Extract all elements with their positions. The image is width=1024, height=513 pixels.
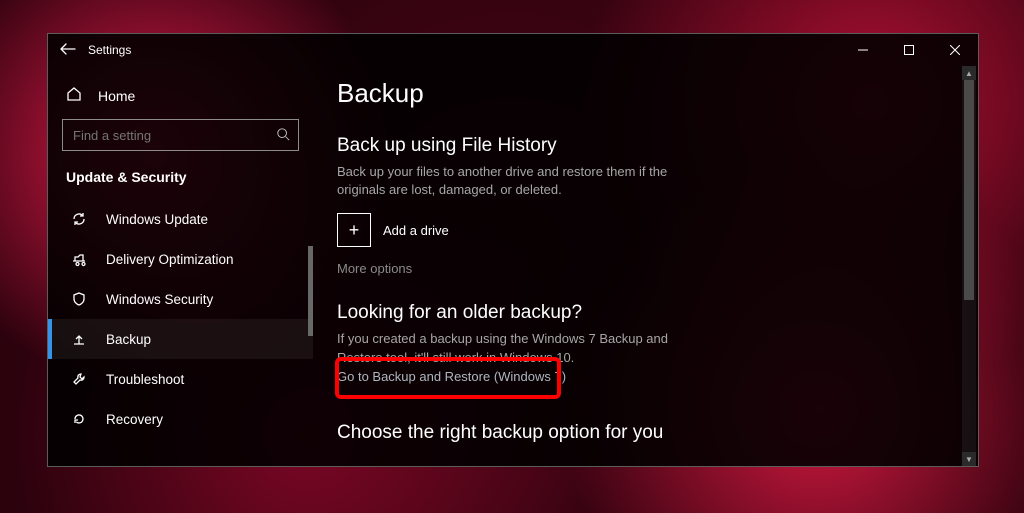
sidebar: Home Update & Security Windows Update <box>48 66 313 466</box>
caption-buttons <box>840 34 978 66</box>
sync-icon <box>70 211 88 227</box>
backup-icon <box>70 331 88 347</box>
section-file-history-title: Back up using File History <box>337 135 948 163</box>
search-wrap <box>48 119 313 169</box>
window-title: Settings <box>88 43 840 57</box>
sidebar-item-recovery[interactable]: Recovery <box>48 399 313 439</box>
delivery-icon <box>70 251 88 267</box>
section-choose-option-title: Choose the right backup option for you <box>337 422 948 450</box>
content-scrollbar[interactable]: ▲ ▼ <box>962 66 976 466</box>
sidebar-item-delivery-optimization[interactable]: Delivery Optimization <box>48 239 313 279</box>
more-options-link[interactable]: More options <box>337 261 948 280</box>
add-drive-button[interactable]: + Add a drive <box>337 213 948 261</box>
window-body: Home Update & Security Windows Update <box>48 66 978 466</box>
sidebar-item-label: Troubleshoot <box>106 372 184 387</box>
sidebar-item-label: Recovery <box>106 412 163 427</box>
sidebar-home-label: Home <box>98 88 135 104</box>
back-arrow-icon <box>60 43 76 55</box>
minimize-icon <box>858 45 868 55</box>
sidebar-item-label: Windows Update <box>106 212 208 227</box>
section-older-backup-desc: If you created a backup using the Window… <box>337 330 717 368</box>
search-input[interactable] <box>73 128 276 143</box>
sidebar-item-label: Backup <box>106 332 151 347</box>
close-icon <box>950 45 960 55</box>
settings-window: Settings Home Upd <box>47 33 979 467</box>
sidebar-item-backup[interactable]: Backup <box>48 319 313 359</box>
close-button[interactable] <box>932 34 978 66</box>
sidebar-home[interactable]: Home <box>48 78 313 119</box>
scroll-down-button[interactable]: ▼ <box>962 452 976 466</box>
wrench-icon <box>70 371 88 387</box>
recovery-icon <box>70 411 88 427</box>
backup-restore-win7-link[interactable]: Go to Backup and Restore (Windows 7) <box>337 369 948 388</box>
minimize-button[interactable] <box>840 34 886 66</box>
sidebar-item-windows-update[interactable]: Windows Update <box>48 199 313 239</box>
shield-icon <box>70 291 88 307</box>
back-button[interactable] <box>48 42 88 58</box>
sidebar-item-windows-security[interactable]: Windows Security <box>48 279 313 319</box>
page-title: Backup <box>337 70 948 135</box>
add-drive-label: Add a drive <box>383 223 449 238</box>
maximize-icon <box>904 45 914 55</box>
section-file-history-desc: Back up your files to another drive and … <box>337 163 717 213</box>
search-icon <box>276 127 290 144</box>
section-older-backup-title: Looking for an older backup? <box>337 302 948 330</box>
sidebar-item-troubleshoot[interactable]: Troubleshoot <box>48 359 313 399</box>
sidebar-item-label: Windows Security <box>106 292 213 307</box>
sidebar-nav: Windows Update Delivery Optimization Win… <box>48 199 313 439</box>
maximize-button[interactable] <box>886 34 932 66</box>
plus-icon: + <box>337 213 371 247</box>
content-scrollbar-thumb[interactable] <box>964 80 974 300</box>
sidebar-category: Update & Security <box>48 169 313 199</box>
titlebar: Settings <box>48 34 978 66</box>
content-area: Backup Back up using File History Back u… <box>313 66 978 466</box>
home-icon <box>66 86 82 105</box>
scroll-up-button[interactable]: ▲ <box>962 66 976 80</box>
sidebar-item-label: Delivery Optimization <box>106 252 234 267</box>
search-box[interactable] <box>62 119 299 151</box>
